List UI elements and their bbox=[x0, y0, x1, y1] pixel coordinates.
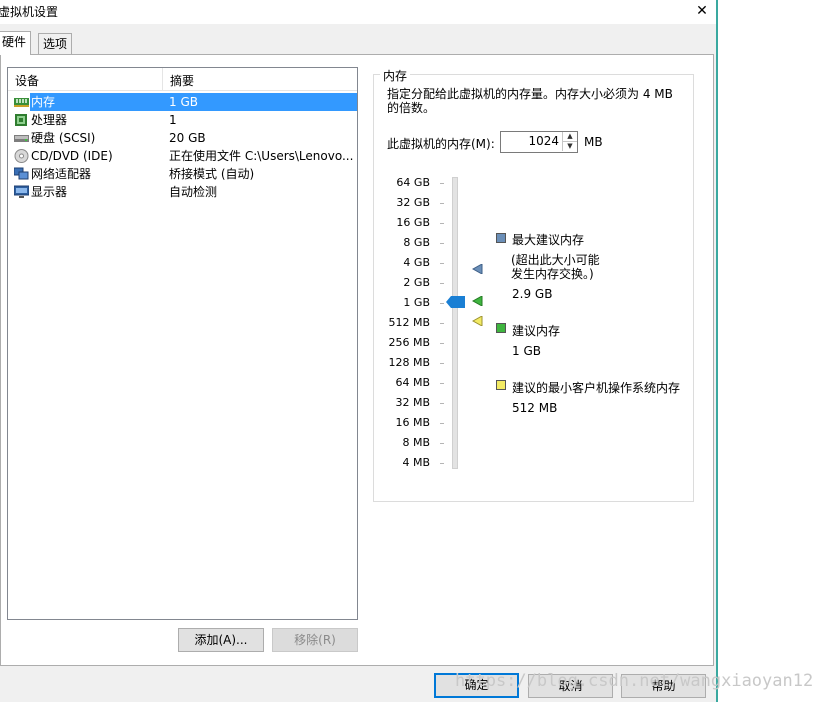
device-row-memory[interactable]: 内存 1 GB bbox=[12, 93, 357, 111]
minimum-marker-icon bbox=[472, 316, 483, 326]
memory-scale-label: 32 MB bbox=[395, 396, 430, 409]
minimum-title: 建议的最小客户机操作系统内存 bbox=[512, 381, 681, 395]
device-summary: 正在使用文件 C:\Users\Lenovo... bbox=[169, 149, 354, 163]
processor-icon bbox=[15, 114, 27, 126]
memory-slider-track[interactable] bbox=[452, 177, 458, 469]
memory-scale-label: 1 GB bbox=[403, 296, 430, 309]
vm-settings-window: 虚拟机设置 ✕ 硬件 选项 设备 摘要 内存 1 GB 处理器 1 硬盘 (SC… bbox=[0, 0, 716, 702]
remove-device-button[interactable]: 移除(R) bbox=[272, 628, 358, 652]
device-name: 网络适配器 bbox=[31, 167, 92, 181]
memory-scale-label: 128 MB bbox=[388, 356, 430, 369]
spin-up-button[interactable]: ▲ bbox=[562, 132, 577, 142]
memory-unit: MB bbox=[584, 135, 603, 149]
recommended-title: 建议内存 bbox=[512, 324, 561, 338]
device-name: 内存 bbox=[31, 95, 56, 109]
memory-scale-tick bbox=[440, 443, 444, 444]
memory-slider-thumb[interactable] bbox=[446, 296, 466, 308]
memory-scale-label: 64 GB bbox=[396, 176, 430, 189]
device-list-header: 设备 摘要 bbox=[8, 68, 357, 91]
device-summary: 桥接模式 (自动) bbox=[169, 167, 255, 181]
memory-scale-tick bbox=[440, 463, 444, 464]
memory-scale-tick bbox=[440, 383, 444, 384]
device-name: 处理器 bbox=[31, 113, 68, 127]
device-summary: 自动检测 bbox=[169, 185, 218, 199]
column-header-summary[interactable]: 摘要 bbox=[162, 68, 194, 90]
memory-group-title: 内存 bbox=[380, 67, 411, 84]
device-summary: 20 GB bbox=[169, 131, 206, 145]
device-row-network-adapter[interactable]: 网络适配器 桥接模式 (自动) bbox=[12, 165, 357, 183]
memory-scale-tick bbox=[440, 243, 444, 244]
max-recommended-note-line2: 发生内存交换。) bbox=[511, 267, 594, 281]
memory-scale-label: 32 GB bbox=[396, 196, 430, 209]
device-row-hard-disk[interactable]: 硬盘 (SCSI) 20 GB bbox=[12, 129, 357, 147]
memory-icon bbox=[14, 98, 29, 107]
column-header-device[interactable]: 设备 bbox=[8, 68, 39, 90]
spin-down-button[interactable]: ▼ bbox=[562, 142, 577, 151]
close-button[interactable]: ✕ bbox=[688, 0, 716, 22]
title-bar: 虚拟机设置 ✕ bbox=[0, 0, 716, 24]
max-recommended-legend-icon bbox=[496, 233, 506, 243]
device-summary: 1 GB bbox=[169, 95, 198, 109]
device-list[interactable]: 设备 摘要 内存 1 GB 处理器 1 硬盘 (SCSI) 20 GB CD/D… bbox=[7, 67, 358, 620]
minimum-value: 512 MB bbox=[512, 401, 558, 415]
memory-scale-label: 64 MB bbox=[395, 376, 430, 389]
memory-spinbox[interactable]: 1024 ▲ ▼ bbox=[500, 131, 578, 153]
memory-description: 指定分配给此虚拟机的内存量。内存大小必须为 4 MB 的倍数。 bbox=[387, 87, 673, 115]
device-row-cd-dvd[interactable]: CD/DVD (IDE) 正在使用文件 C:\Users\Lenovo... bbox=[12, 147, 357, 165]
memory-scale-label: 4 MB bbox=[402, 456, 430, 469]
memory-scale-tick bbox=[440, 263, 444, 264]
memory-scale-tick bbox=[440, 223, 444, 224]
max-recommended-title: 最大建议内存 bbox=[512, 233, 585, 247]
minimum-legend-icon bbox=[496, 380, 506, 390]
memory-scale-label: 512 MB bbox=[388, 316, 430, 329]
recommended-marker-icon bbox=[472, 296, 483, 306]
memory-scale-label: 16 MB bbox=[395, 416, 430, 429]
memory-value[interactable]: 1024 bbox=[528, 134, 559, 148]
network-adapter-icon bbox=[14, 167, 29, 180]
recommended-value: 1 GB bbox=[512, 344, 541, 358]
tab-options[interactable]: 选项 bbox=[38, 33, 73, 54]
memory-input-label: 此虚拟机的内存(M): bbox=[387, 137, 495, 151]
memory-scale-label: 256 MB bbox=[388, 336, 430, 349]
add-device-button[interactable]: 添加(A)... bbox=[178, 628, 264, 652]
cd-dvd-icon bbox=[14, 149, 29, 163]
device-name: 硬盘 (SCSI) bbox=[31, 131, 96, 145]
max-recommended-value: 2.9 GB bbox=[512, 287, 553, 301]
memory-scale-tick bbox=[440, 403, 444, 404]
memory-scale-tick bbox=[440, 303, 444, 304]
device-row-display[interactable]: 显示器 自动检测 bbox=[12, 183, 357, 201]
memory-scale-tick bbox=[440, 323, 444, 324]
display-icon bbox=[14, 185, 29, 198]
memory-scale-label: 4 GB bbox=[403, 256, 430, 269]
tab-strip: 硬件 选项 bbox=[0, 31, 716, 55]
window-edge bbox=[716, 0, 718, 702]
memory-scale-label: 2 GB bbox=[403, 276, 430, 289]
window-title: 虚拟机设置 bbox=[0, 5, 59, 19]
memory-scale-label: 16 GB bbox=[396, 216, 430, 229]
memory-scale-tick bbox=[440, 423, 444, 424]
memory-scale-tick bbox=[440, 363, 444, 364]
recommended-legend-icon bbox=[496, 323, 506, 333]
max-recommended-marker-icon bbox=[472, 264, 483, 274]
memory-scale-tick bbox=[440, 203, 444, 204]
memory-scale-label: 8 MB bbox=[402, 436, 430, 449]
device-name: 显示器 bbox=[31, 185, 68, 199]
device-summary: 1 bbox=[169, 113, 177, 127]
tab-hardware[interactable]: 硬件 bbox=[0, 31, 32, 55]
memory-scale-label: 8 GB bbox=[403, 236, 430, 249]
memory-scale-tick bbox=[440, 283, 444, 284]
hard-disk-icon bbox=[14, 135, 29, 142]
device-row-processor[interactable]: 处理器 1 bbox=[12, 111, 357, 129]
watermark: https://blog.csdn.net/wangxiaoyan12 bbox=[455, 671, 814, 691]
close-icon: ✕ bbox=[696, 3, 708, 19]
memory-scale-tick bbox=[440, 183, 444, 184]
memory-scale-tick bbox=[440, 343, 444, 344]
device-name: CD/DVD (IDE) bbox=[31, 149, 113, 163]
